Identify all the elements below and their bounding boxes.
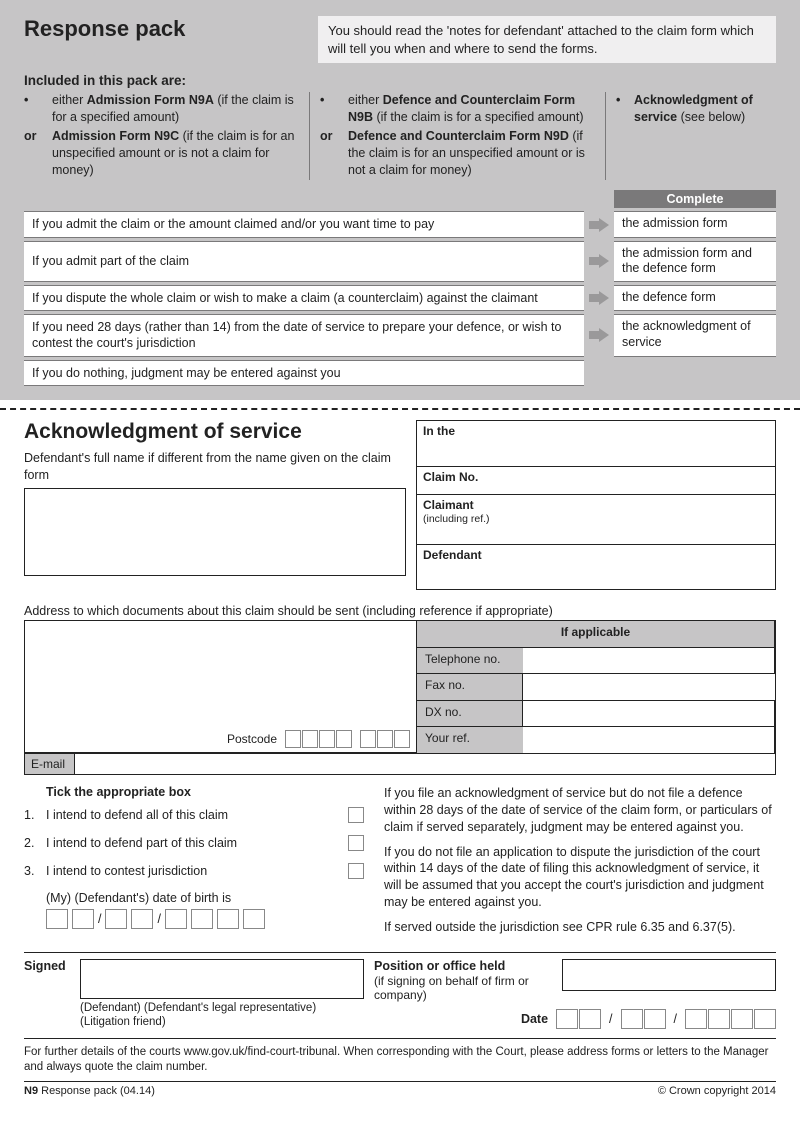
grid-row: If you admit part of the claim the admis… xyxy=(24,241,776,282)
tel-label: Telephone no. xyxy=(417,648,523,675)
info-para: If you file an acknowledgment of service… xyxy=(384,785,776,836)
signed-section: Signed (Defendant) (Defendant's legal re… xyxy=(24,959,364,1030)
divider xyxy=(24,952,776,953)
info-para: If you do not file an application to dis… xyxy=(384,844,776,912)
tick-left: Tick the appropriate box 1. I intend to … xyxy=(24,785,364,944)
dx-input[interactable] xyxy=(523,701,775,728)
position-label: Position or office held(if signing on be… xyxy=(374,959,554,1003)
postcode-input[interactable] xyxy=(360,730,410,748)
position-row: Position or office held(if signing on be… xyxy=(374,959,776,1003)
or-label: or xyxy=(24,128,46,179)
dob-label: (My) (Defendant's) date of birth is xyxy=(46,891,364,905)
tick-right: If you file an acknowledgment of service… xyxy=(384,785,776,944)
claimant-label: Claimant(including ref.) xyxy=(417,495,515,544)
postcode-row: Postcode xyxy=(227,730,410,748)
fax-input[interactable] xyxy=(523,674,775,701)
arrow-icon xyxy=(584,241,614,282)
address-label: Address to which documents about this cl… xyxy=(24,604,776,618)
tick-header: Tick the appropriate box xyxy=(46,785,364,799)
arrow-icon xyxy=(584,314,614,357)
complete-header: Complete xyxy=(614,190,776,208)
tick-item: 1. I intend to defend all of this claim xyxy=(24,807,364,823)
position-input[interactable] xyxy=(562,959,776,991)
checkbox-defend-all[interactable] xyxy=(348,807,364,823)
postcode-input[interactable] xyxy=(285,730,352,748)
signature-input[interactable] xyxy=(80,959,364,999)
bullet: • xyxy=(320,92,342,126)
arrow-icon xyxy=(584,211,614,237)
email-label: E-mail xyxy=(25,754,75,774)
grid-row: If you dispute the whole claim or wish t… xyxy=(24,285,776,311)
address-input[interactable]: Postcode xyxy=(25,621,417,753)
checkbox-contest-jurisdiction[interactable] xyxy=(348,863,364,879)
in-the-input[interactable] xyxy=(515,421,775,466)
date-day-input[interactable] xyxy=(556,1009,601,1029)
case-box: In the Claim No. Claimant(including ref.… xyxy=(416,420,776,590)
footer-note: For further details of the courts www.go… xyxy=(24,1045,776,1075)
divider xyxy=(24,1038,776,1039)
tel-input[interactable] xyxy=(523,648,775,675)
claim-no-input[interactable] xyxy=(515,467,775,494)
date-year-input[interactable] xyxy=(685,1009,776,1029)
claimant-input[interactable] xyxy=(515,495,775,544)
included-col-2: • either Defence and Counterclaim Form N… xyxy=(320,92,595,180)
email-row: E-mail xyxy=(24,754,776,775)
tear-line xyxy=(0,408,800,410)
date-row: Date / / xyxy=(374,1009,776,1029)
date-month-input[interactable] xyxy=(621,1009,666,1029)
ack-title: Acknowledgment of service xyxy=(24,420,406,444)
tick-item: 2. I intend to defend part of this claim xyxy=(24,835,364,851)
grid-row-last: If you do nothing, judgment may be enter… xyxy=(24,360,776,386)
ack-sub: Defendant's full name if different from … xyxy=(24,450,406,484)
claim-no-label: Claim No. xyxy=(417,467,515,494)
bullet: • xyxy=(24,92,46,126)
bullet: • xyxy=(616,92,628,126)
fax-label: Fax no. xyxy=(417,674,523,701)
dx-label: DX no. xyxy=(417,701,523,728)
checkbox-defend-part[interactable] xyxy=(348,835,364,851)
arrow-icon xyxy=(584,285,614,311)
info-para: If served outside the jurisdiction see C… xyxy=(384,919,776,936)
decision-grid: Complete If you admit the claim or the a… xyxy=(24,190,776,386)
included-col-1: • either Admission Form N9A (if the clai… xyxy=(24,92,299,180)
if-applicable-header: If applicable xyxy=(417,621,775,648)
dob-input[interactable]: // xyxy=(46,909,364,929)
date-label: Date xyxy=(521,1012,548,1026)
ref-label: Your ref. xyxy=(417,727,523,753)
defendant-name-input[interactable] xyxy=(24,488,406,576)
included-col-3: • Acknowledgment of service (see below) xyxy=(616,92,776,180)
divider xyxy=(309,92,310,180)
note-box: You should read the 'notes for defendant… xyxy=(318,16,776,63)
postcode-label: Postcode xyxy=(227,732,277,746)
address-grid: Postcode If applicable Telephone no. Fax… xyxy=(24,620,776,754)
defendant-input[interactable] xyxy=(515,545,775,589)
grid-row: If you admit the claim or the amount cla… xyxy=(24,211,776,237)
footer-bar: N9 Response pack (04.14) © Crown copyrig… xyxy=(24,1081,776,1097)
top-panel: Response pack You should read the 'notes… xyxy=(0,0,800,400)
signed-label: Signed xyxy=(24,959,74,973)
ref-input[interactable] xyxy=(523,727,775,753)
email-input[interactable] xyxy=(75,754,775,774)
included-label: Included in this pack are: xyxy=(24,73,776,88)
grid-row: If you need 28 days (rather than 14) fro… xyxy=(24,314,776,357)
defendant-label: Defendant xyxy=(417,545,515,589)
in-the-label: In the xyxy=(417,421,515,466)
signed-sub: (Defendant) (Defendant's legal represent… xyxy=(80,1001,364,1030)
divider xyxy=(605,92,606,180)
or-label: or xyxy=(320,128,342,179)
page-title: Response pack xyxy=(24,16,304,42)
tick-item: 3. I intend to contest jurisdiction xyxy=(24,863,364,879)
